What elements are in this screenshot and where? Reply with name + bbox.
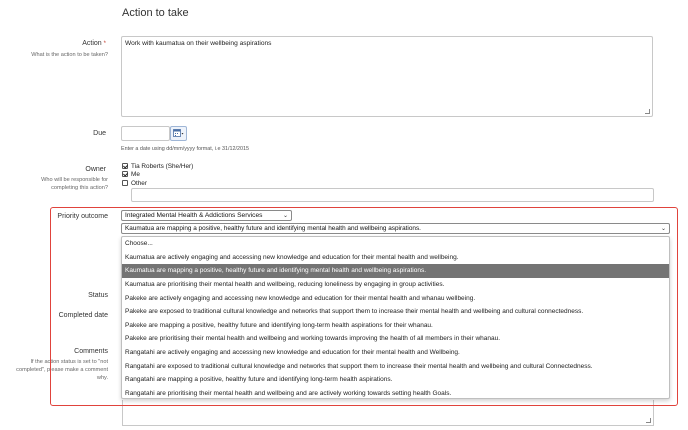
priority-outcome-dropdown-list[interactable]: Choose... Kaumatua are actively engaging… [121, 236, 670, 399]
priority-category-select[interactable]: Integrated Mental Health & Addictions Se… [121, 210, 292, 221]
due-date-input[interactable] [121, 126, 170, 141]
owner-option-label: Other [131, 179, 147, 187]
priority-outcome-value: Kaumatua are mapping a positive, healthy… [125, 225, 421, 232]
owner-option-tia[interactable]: Tia Roberts (She/Her) [122, 162, 193, 170]
required-marker: * [103, 41, 106, 47]
owner-option-label: Tia Roberts (She/Her) [131, 162, 194, 170]
checkbox-unchecked-icon[interactable] [122, 180, 128, 186]
dropdown-option[interactable]: Pakeke are exposed to traditional cultur… [122, 305, 669, 319]
section-title: Action to take [122, 7, 189, 19]
resize-grip-icon[interactable] [646, 418, 651, 423]
checkbox-checked-icon[interactable] [122, 163, 128, 169]
owner-option-other[interactable]: Other [122, 179, 147, 187]
action-textarea[interactable]: Work with kaumatua on their wellbeing as… [121, 36, 653, 117]
owner-hint-line-1: Who will be responsible for [41, 177, 108, 183]
resize-grip-icon[interactable] [645, 109, 650, 114]
priority-category-value: Integrated Mental Health & Addictions Se… [125, 212, 263, 219]
dropdown-option[interactable]: Choose... [122, 237, 669, 251]
owner-option-me[interactable]: Me [122, 170, 140, 178]
dropdown-option[interactable]: Pakeke are actively engaging and accessi… [122, 291, 669, 305]
dropdown-option[interactable]: Pakeke are mapping a positive, healthy f… [122, 319, 669, 333]
dropdown-option[interactable]: Rangatahi are prioritising their mental … [122, 387, 669, 401]
dropdown-option[interactable]: Kaumatua are actively engaging and acces… [122, 251, 669, 265]
calendar-button[interactable] [170, 126, 187, 141]
chevron-down-icon: ⌄ [282, 213, 288, 219]
action-hint: What is the action to be taken? [31, 52, 108, 58]
action-label: Action * [0, 40, 106, 47]
owner-label: Owner [85, 166, 106, 173]
dropdown-option[interactable]: Rangatahi are mapping a positive, health… [122, 373, 669, 387]
owner-option-label: Me [131, 170, 140, 178]
action-textarea-value: Work with kaumatua on their wellbeing as… [125, 40, 272, 47]
priority-outcome-select[interactable]: Kaumatua are mapping a positive, healthy… [121, 223, 670, 234]
checkbox-checked-icon[interactable] [122, 171, 128, 177]
due-label: Due [93, 130, 106, 137]
action-label-text: Action [82, 40, 102, 47]
priority-outcome-label: Priority outcome [57, 213, 108, 220]
dropdown-option[interactable]: Rangatahi are exposed to traditional cul… [122, 359, 669, 373]
owner-other-input[interactable] [131, 188, 654, 202]
dropdown-option[interactable]: Pakeke are prioritising their mental hea… [122, 332, 669, 346]
due-format-hint: Enter a date using dd/mm/yyyy format, i.… [121, 146, 249, 152]
dropdown-option[interactable]: Kaumatua are prioritising their mental h… [122, 278, 669, 292]
owner-hint-line-2: completing this action? [51, 185, 108, 191]
dropdown-option[interactable]: Rangatahi are actively engaging and acce… [122, 346, 669, 360]
dropdown-option-selected[interactable]: Kaumatua are mapping a positive, healthy… [122, 264, 669, 278]
calendar-icon [173, 129, 184, 137]
chevron-down-icon: ⌄ [660, 226, 666, 232]
